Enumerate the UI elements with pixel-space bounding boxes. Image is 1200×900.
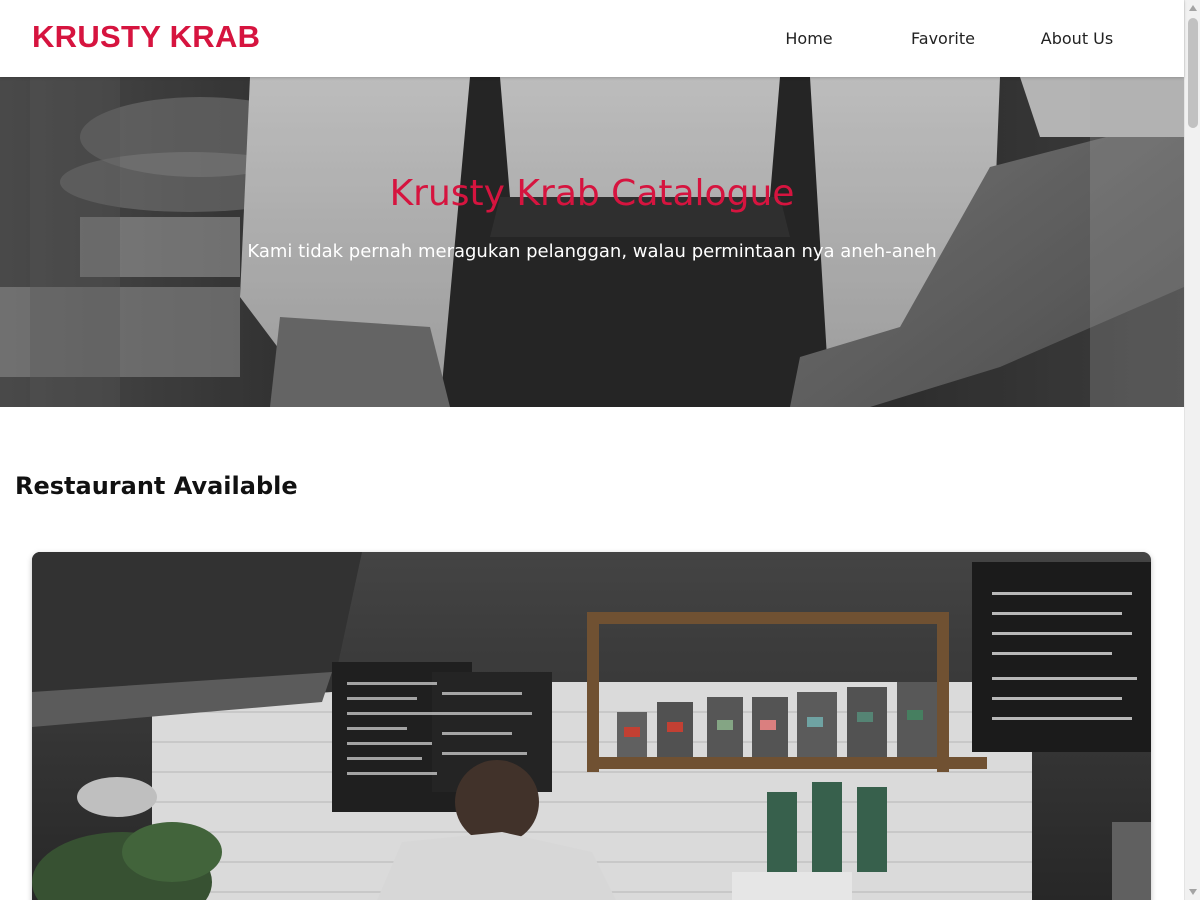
section-title: Restaurant Available: [15, 472, 298, 500]
brand-logo[interactable]: KRUSTY KRAB: [32, 19, 260, 55]
page: KRUSTY KRAB Home Favorite About Us Krust…: [0, 0, 1200, 900]
nav-favorite-link[interactable]: Favorite: [876, 27, 1010, 51]
nav-home-link[interactable]: Home: [742, 27, 876, 51]
scroll-down-arrow-icon[interactable]: [1185, 884, 1200, 900]
hero-tagline: Kami tidak pernah meragukan pelanggan, w…: [247, 241, 937, 262]
nav-about-us-link[interactable]: About Us: [1010, 27, 1144, 51]
app-bar: KRUSTY KRAB Home Favorite About Us: [0, 0, 1184, 77]
restaurant-cafe-image: [32, 552, 1151, 900]
hero-title: Krusty Krab Catalogue: [389, 173, 795, 214]
scroll-thumb[interactable]: [1188, 18, 1198, 128]
scroll-up-arrow-icon[interactable]: [1185, 0, 1200, 16]
page-scrollbar[interactable]: [1184, 0, 1200, 900]
restaurant-card[interactable]: [32, 552, 1151, 900]
hero-banner: Krusty Krab Catalogue Kami tidak pernah …: [0, 77, 1184, 407]
